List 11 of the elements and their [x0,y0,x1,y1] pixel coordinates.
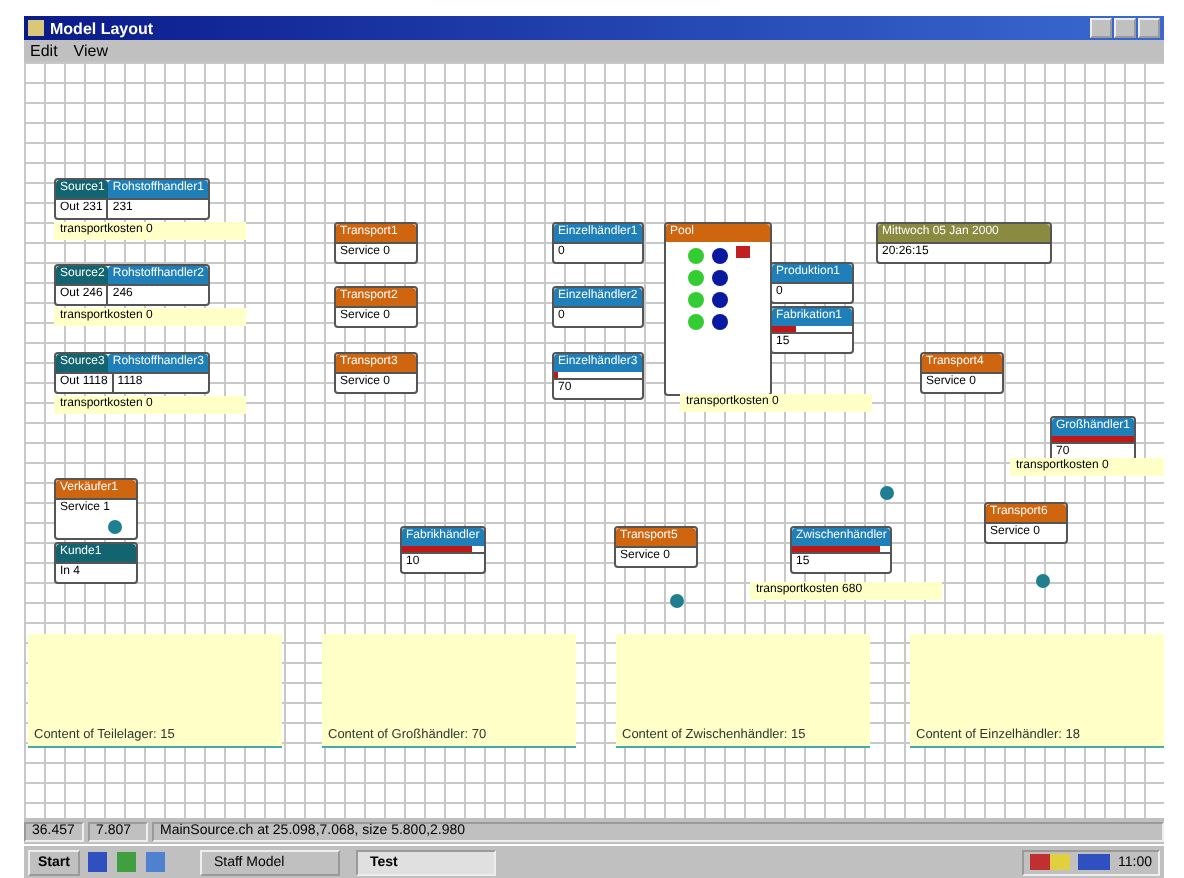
menu-item[interactable]: Edit [30,42,58,60]
dot-icon [1036,574,1050,588]
app-icon [28,20,44,36]
close-button[interactable] [1138,18,1160,38]
dot-icon [108,520,122,534]
dot-icon [880,486,894,500]
menu-item[interactable]: View [73,42,108,60]
maximize-button[interactable] [1114,18,1136,38]
window-title: Model Layout [50,19,156,37]
minimize-button[interactable] [1090,18,1112,38]
dot-icon [670,594,684,608]
